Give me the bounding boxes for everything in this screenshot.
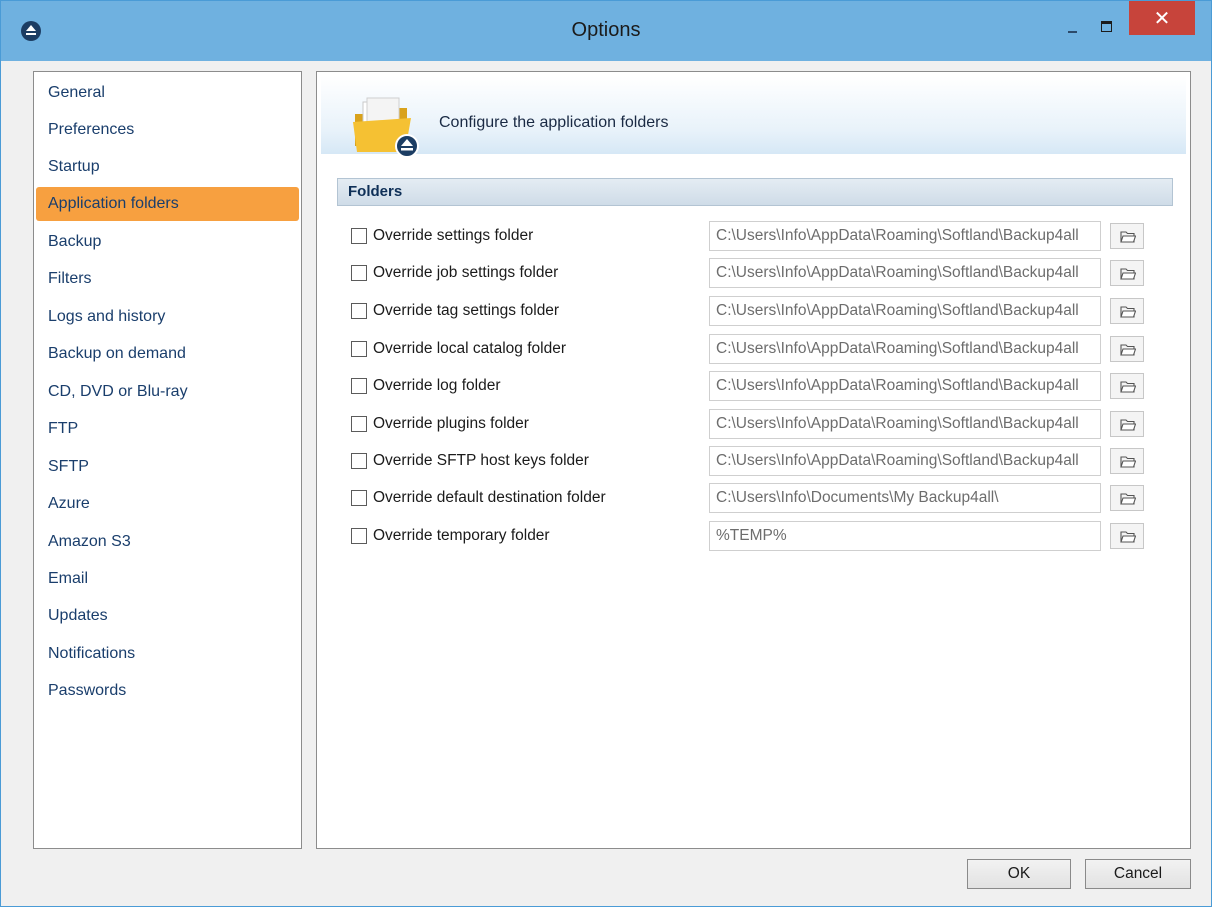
open-folder-icon [1120, 344, 1136, 356]
ok-button[interactable]: OK [967, 859, 1071, 889]
close-icon[interactable]: ✕ [1129, 1, 1195, 35]
open-folder-icon [1120, 456, 1136, 468]
folder-row-local-catalog: Override local catalog folder C:\Users\I… [351, 334, 1151, 364]
override-temporary-checkbox[interactable] [351, 528, 367, 544]
folder-row-tag-settings: Override tag settings folder C:\Users\In… [351, 296, 1151, 326]
override-local-catalog-checkbox[interactable] [351, 341, 367, 357]
override-job-settings-checkbox[interactable] [351, 265, 367, 281]
override-log-checkbox[interactable] [351, 378, 367, 394]
local-catalog-folder-input[interactable]: C:\Users\Info\AppData\Roaming\Softland\B… [709, 334, 1101, 364]
browse-sftp-host-keys-folder-button[interactable] [1110, 448, 1144, 474]
options-sidebar: General Preferences Startup Application … [33, 71, 302, 849]
override-sftp-host-keys-checkbox[interactable] [351, 453, 367, 469]
override-plugins-label[interactable]: Override plugins folder [373, 415, 529, 433]
folder-row-job-settings: Override job settings folder C:\Users\In… [351, 258, 1151, 288]
browse-log-folder-button[interactable] [1110, 373, 1144, 399]
open-folder-icon [1120, 231, 1136, 243]
cancel-button[interactable]: Cancel [1085, 859, 1191, 889]
sidebar-item-sftp[interactable]: SFTP [36, 450, 299, 484]
sidebar-item-backup[interactable]: Backup [36, 225, 299, 259]
folder-row-default-destination: Override default destination folder C:\U… [351, 483, 1151, 513]
sftp-host-keys-folder-input[interactable]: C:\Users\Info\AppData\Roaming\Softland\B… [709, 446, 1101, 476]
sidebar-item-azure[interactable]: Azure [36, 487, 299, 521]
open-folder-icon [1120, 419, 1136, 431]
open-folder-icon [1120, 531, 1136, 543]
sidebar-item-application-folders[interactable]: Application folders [36, 187, 299, 221]
sidebar-item-backup-on-demand[interactable]: Backup on demand [36, 337, 299, 371]
sidebar-item-general[interactable]: General [36, 76, 299, 110]
tag-settings-folder-input[interactable]: C:\Users\Info\AppData\Roaming\Softland\B… [709, 296, 1101, 326]
browse-default-destination-folder-button[interactable] [1110, 485, 1144, 511]
override-log-label[interactable]: Override log folder [373, 377, 501, 395]
folder-row-log: Override log folder C:\Users\Info\AppDat… [351, 371, 1151, 401]
application-folders-icon [353, 97, 419, 158]
open-folder-icon [1120, 306, 1136, 318]
override-job-settings-label[interactable]: Override job settings folder [373, 264, 558, 282]
browse-plugins-folder-button[interactable] [1110, 411, 1144, 437]
sidebar-item-notifications[interactable]: Notifications [36, 637, 299, 671]
sidebar-item-startup[interactable]: Startup [36, 150, 299, 184]
browse-temporary-folder-button[interactable] [1110, 523, 1144, 549]
folder-row-sftp-host-keys: Override SFTP host keys folder C:\Users\… [351, 446, 1151, 476]
override-plugins-checkbox[interactable] [351, 416, 367, 432]
open-folder-icon [1120, 493, 1136, 505]
folder-row-plugins: Override plugins folder C:\Users\Info\Ap… [351, 409, 1151, 439]
sidebar-item-updates[interactable]: Updates [36, 599, 299, 633]
sidebar-item-amazon-s3[interactable]: Amazon S3 [36, 525, 299, 559]
plugins-folder-input[interactable]: C:\Users\Info\AppData\Roaming\Softland\B… [709, 409, 1101, 439]
open-folder-icon [1120, 268, 1136, 280]
sidebar-item-logs-and-history[interactable]: Logs and history [36, 300, 299, 334]
override-local-catalog-label[interactable]: Override local catalog folder [373, 340, 566, 358]
temporary-folder-input[interactable]: %TEMP% [709, 521, 1101, 551]
log-folder-input[interactable]: C:\Users\Info\AppData\Roaming\Softland\B… [709, 371, 1101, 401]
page-title: Configure the application folders [439, 114, 669, 131]
override-default-destination-label[interactable]: Override default destination folder [373, 489, 606, 507]
window-title: Options [571, 19, 641, 41]
sidebar-item-preferences[interactable]: Preferences [36, 113, 299, 147]
job-settings-folder-input[interactable]: C:\Users\Info\AppData\Roaming\Softland\B… [709, 258, 1101, 288]
override-tag-settings-label[interactable]: Override tag settings folder [373, 302, 559, 320]
minimize-icon[interactable] [1059, 17, 1085, 37]
page-header: Configure the application folders [321, 76, 1186, 158]
sidebar-item-ftp[interactable]: FTP [36, 412, 299, 446]
override-settings-label[interactable]: Override settings folder [373, 227, 533, 245]
override-sftp-host-keys-label[interactable]: Override SFTP host keys folder [373, 452, 589, 470]
browse-settings-folder-button[interactable] [1110, 223, 1144, 249]
options-content-panel: Configure the application folders Folder… [316, 71, 1191, 849]
browse-tag-settings-folder-button[interactable] [1110, 298, 1144, 324]
sidebar-item-cd-dvd-bluray[interactable]: CD, DVD or Blu-ray [36, 375, 299, 409]
browse-job-settings-folder-button[interactable] [1110, 260, 1144, 286]
default-destination-folder-input[interactable]: C:\Users\Info\Documents\My Backup4all\ [709, 483, 1101, 513]
sidebar-item-passwords[interactable]: Passwords [36, 674, 299, 708]
settings-folder-input[interactable]: C:\Users\Info\AppData\Roaming\Softland\B… [709, 221, 1101, 251]
override-tag-settings-checkbox[interactable] [351, 303, 367, 319]
override-temporary-label[interactable]: Override temporary folder [373, 527, 550, 545]
maximize-icon[interactable] [1093, 17, 1119, 37]
title-bar[interactable]: Options ✕ [1, 1, 1211, 61]
override-default-destination-checkbox[interactable] [351, 490, 367, 506]
sidebar-item-filters[interactable]: Filters [36, 262, 299, 296]
options-window: Options ✕ General Preferences Startup Ap… [0, 0, 1212, 907]
open-folder-icon [1120, 381, 1136, 393]
folder-row-settings: Override settings folder C:\Users\Info\A… [351, 221, 1151, 251]
folders-section-header: Folders [337, 178, 1173, 206]
override-settings-checkbox[interactable] [351, 228, 367, 244]
section-title: Folders [348, 183, 403, 200]
browse-local-catalog-folder-button[interactable] [1110, 336, 1144, 362]
sidebar-item-email[interactable]: Email [36, 562, 299, 596]
folder-row-temporary: Override temporary folder %TEMP% [351, 521, 1151, 551]
